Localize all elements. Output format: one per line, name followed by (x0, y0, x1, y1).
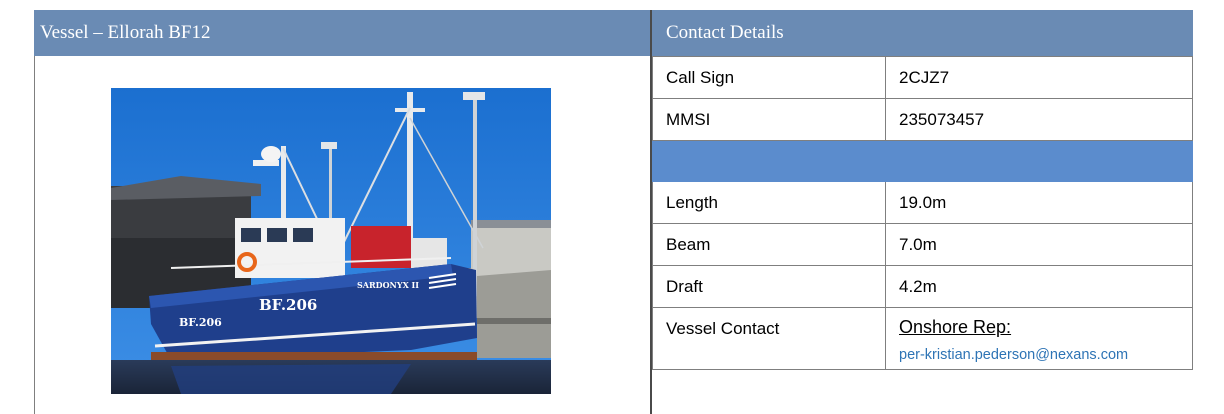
vessel-photo: BF.206 BF.206 SARDONYX II (111, 88, 551, 394)
beam-label: Beam (652, 223, 886, 266)
vessel-contact-label: Vessel Contact (652, 307, 886, 370)
svg-text:SARDONYX II: SARDONYX II (357, 280, 419, 290)
call-sign-value: 2CJZ7 (885, 56, 1193, 99)
mmsi-value: 235073457 (885, 98, 1193, 141)
length-value: 19.0m (885, 181, 1193, 224)
contact-details-table: Call Sign 2CJZ7 MMSI 235073457 Length 19… (652, 56, 1193, 370)
table-row: Draft 4.2m (652, 265, 1193, 308)
svg-text:BF.206: BF.206 (259, 296, 317, 314)
table-row: Vessel Contact Onshore Rep: per-kristian… (652, 307, 1193, 370)
contact-title: Contact Details (666, 22, 784, 43)
mmsi-label: MMSI (652, 98, 886, 141)
table-row: Length 19.0m (652, 181, 1193, 224)
call-sign-label: Call Sign (652, 56, 886, 99)
table-row: Call Sign 2CJZ7 (652, 56, 1193, 99)
table-row: MMSI 235073457 (652, 98, 1193, 141)
vessel-info-sheet: Vessel – Ellorah BF12 BF.206 BF.206 SARD… (34, 10, 1193, 414)
email-link[interactable]: per-kristian.pederson@nexans.com (899, 342, 1192, 368)
svg-text:BF.206: BF.206 (179, 316, 222, 329)
separator-cell (885, 140, 1193, 182)
vessel-header: Vessel – Ellorah BF12 (34, 10, 650, 56)
draft-label: Draft (652, 265, 886, 308)
table-row: Beam 7.0m (652, 223, 1193, 266)
onshore-rep-label: Onshore Rep: (899, 316, 1012, 337)
contact-header: Contact Details (652, 10, 1193, 56)
separator-cell (652, 140, 886, 182)
beam-value: 7.0m (885, 223, 1193, 266)
vessel-contact-value: Onshore Rep: per-kristian.pederson@nexan… (885, 307, 1193, 370)
draft-value: 4.2m (885, 265, 1193, 308)
vessel-title: Vessel – Ellorah BF12 (40, 22, 211, 43)
length-label: Length (652, 181, 886, 224)
vessel-panel: BF.206 BF.206 SARDONYX II (34, 56, 650, 414)
section-separator-row (652, 140, 1193, 182)
